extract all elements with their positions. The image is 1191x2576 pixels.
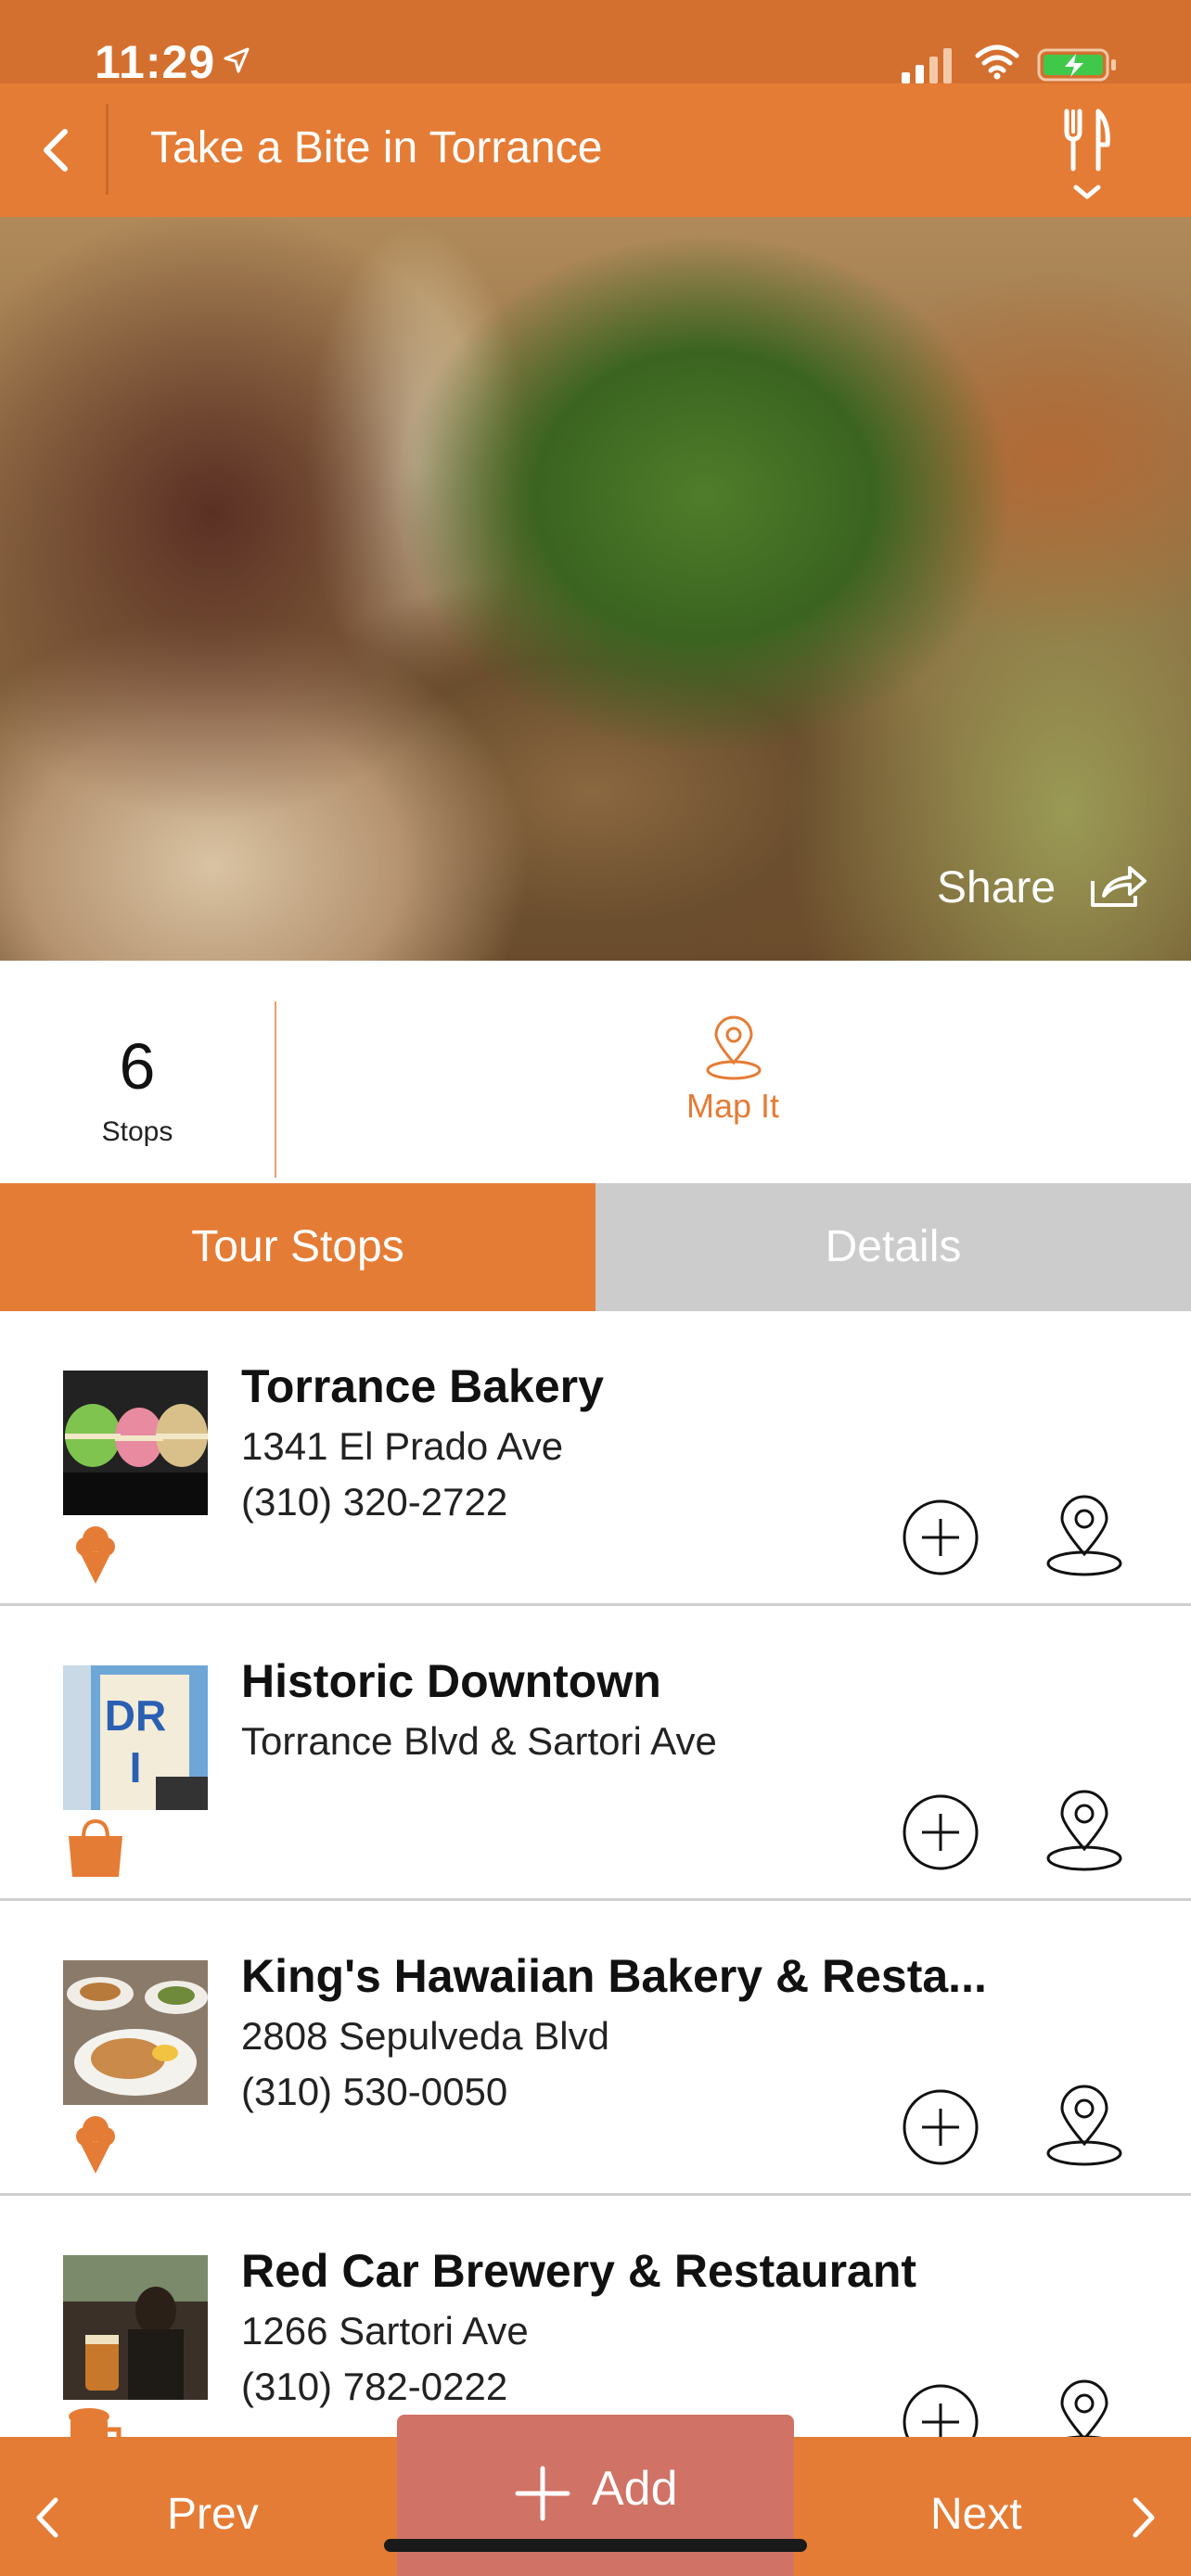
page-title: Take a Bite in Torrance: [150, 123, 603, 172]
svg-text:I: I: [130, 1743, 142, 1792]
map-pin-icon[interactable]: [1044, 1790, 1124, 1873]
add-label: Add: [592, 2462, 678, 2516]
location-arrow-icon: [224, 47, 250, 73]
stop-phone[interactable]: (310) 320-2722: [241, 1480, 507, 1524]
stops-count: 6: [119, 1030, 156, 1103]
stats-divider: [275, 1001, 276, 1178]
stop-name: Historic Downtown: [241, 1655, 661, 1707]
prev-button[interactable]: Prev: [167, 2489, 259, 2540]
home-indicator[interactable]: [384, 2539, 807, 2552]
plus-icon: [515, 2466, 570, 2521]
status-bar: 11:29: [0, 0, 1191, 88]
svg-text:DR: DR: [105, 1691, 166, 1740]
status-time: 11:29: [95, 36, 216, 88]
map-pin-icon[interactable]: [703, 1014, 764, 1083]
stop-address: 2808 Sepulveda Blvd: [241, 2014, 609, 2058]
list-item[interactable]: Torrance Bakery 1341 El Prado Ave (310) …: [0, 1311, 1191, 1606]
stop-phone[interactable]: (310) 782-0222: [241, 2365, 507, 2409]
share-label[interactable]: Share: [937, 862, 1056, 913]
add-circle-icon[interactable]: [902, 2088, 980, 2166]
stop-thumbnail: DR I: [63, 1665, 208, 1810]
next-button[interactable]: Next: [930, 2489, 1022, 2540]
stop-name: Red Car Brewery & Restaurant: [241, 2245, 917, 2297]
map-it-button[interactable]: Map It: [640, 1087, 826, 1126]
chevron-left-icon[interactable]: [28, 2494, 65, 2541]
cellular-signal-icon: [902, 48, 952, 83]
stop-address: 1266 Sartori Ave: [241, 2309, 529, 2353]
add-circle-icon[interactable]: [902, 1498, 980, 1576]
chevron-right-icon[interactable]: [1126, 2494, 1163, 2541]
add-circle-icon[interactable]: [902, 1793, 980, 1871]
stops-label: Stops: [101, 1116, 173, 1147]
stop-address: Torrance Blvd & Sartori Ave: [241, 1719, 717, 1763]
tour-stats: 6 Stops Map It: [0, 961, 1191, 1183]
stop-name: King's Hawaiian Bakery & Resta...: [241, 1950, 987, 2002]
battery-icon: [1037, 48, 1116, 82]
stop-phone[interactable]: (310) 530-0050: [241, 2070, 507, 2114]
tab-details[interactable]: Details: [596, 1183, 1191, 1311]
nav-divider: [106, 104, 109, 195]
stop-name: Torrance Bakery: [241, 1360, 604, 1412]
stop-thumbnail: [63, 2255, 208, 2400]
fork-knife-menu-icon[interactable]: [1057, 108, 1117, 210]
map-pin-icon[interactable]: [1044, 2085, 1124, 2168]
shopping-bag-icon: [69, 1818, 122, 1877]
stop-thumbnail: [63, 1371, 208, 1515]
list-item[interactable]: King's Hawaiian Bakery & Resta... 2808 S…: [0, 1901, 1191, 2196]
map-pin-icon[interactable]: [1044, 1495, 1124, 1578]
tab-tour-stops[interactable]: Tour Stops: [0, 1183, 596, 1311]
back-chevron-icon[interactable]: [28, 121, 83, 180]
ice-cream-icon: [76, 2116, 115, 2174]
stop-address: 1341 El Prado Ave: [241, 1424, 564, 1468]
list-item[interactable]: DR I Historic Downtown Torrance Blvd & S…: [0, 1606, 1191, 1901]
ice-cream-icon: [76, 1526, 115, 1584]
share-arrow-icon[interactable]: [1087, 864, 1148, 911]
hero-food-photo: Share: [0, 217, 1191, 961]
nav-bar: Take a Bite in Torrance: [0, 83, 1191, 217]
wifi-icon: [975, 45, 1019, 80]
stop-thumbnail: [63, 1960, 208, 2105]
